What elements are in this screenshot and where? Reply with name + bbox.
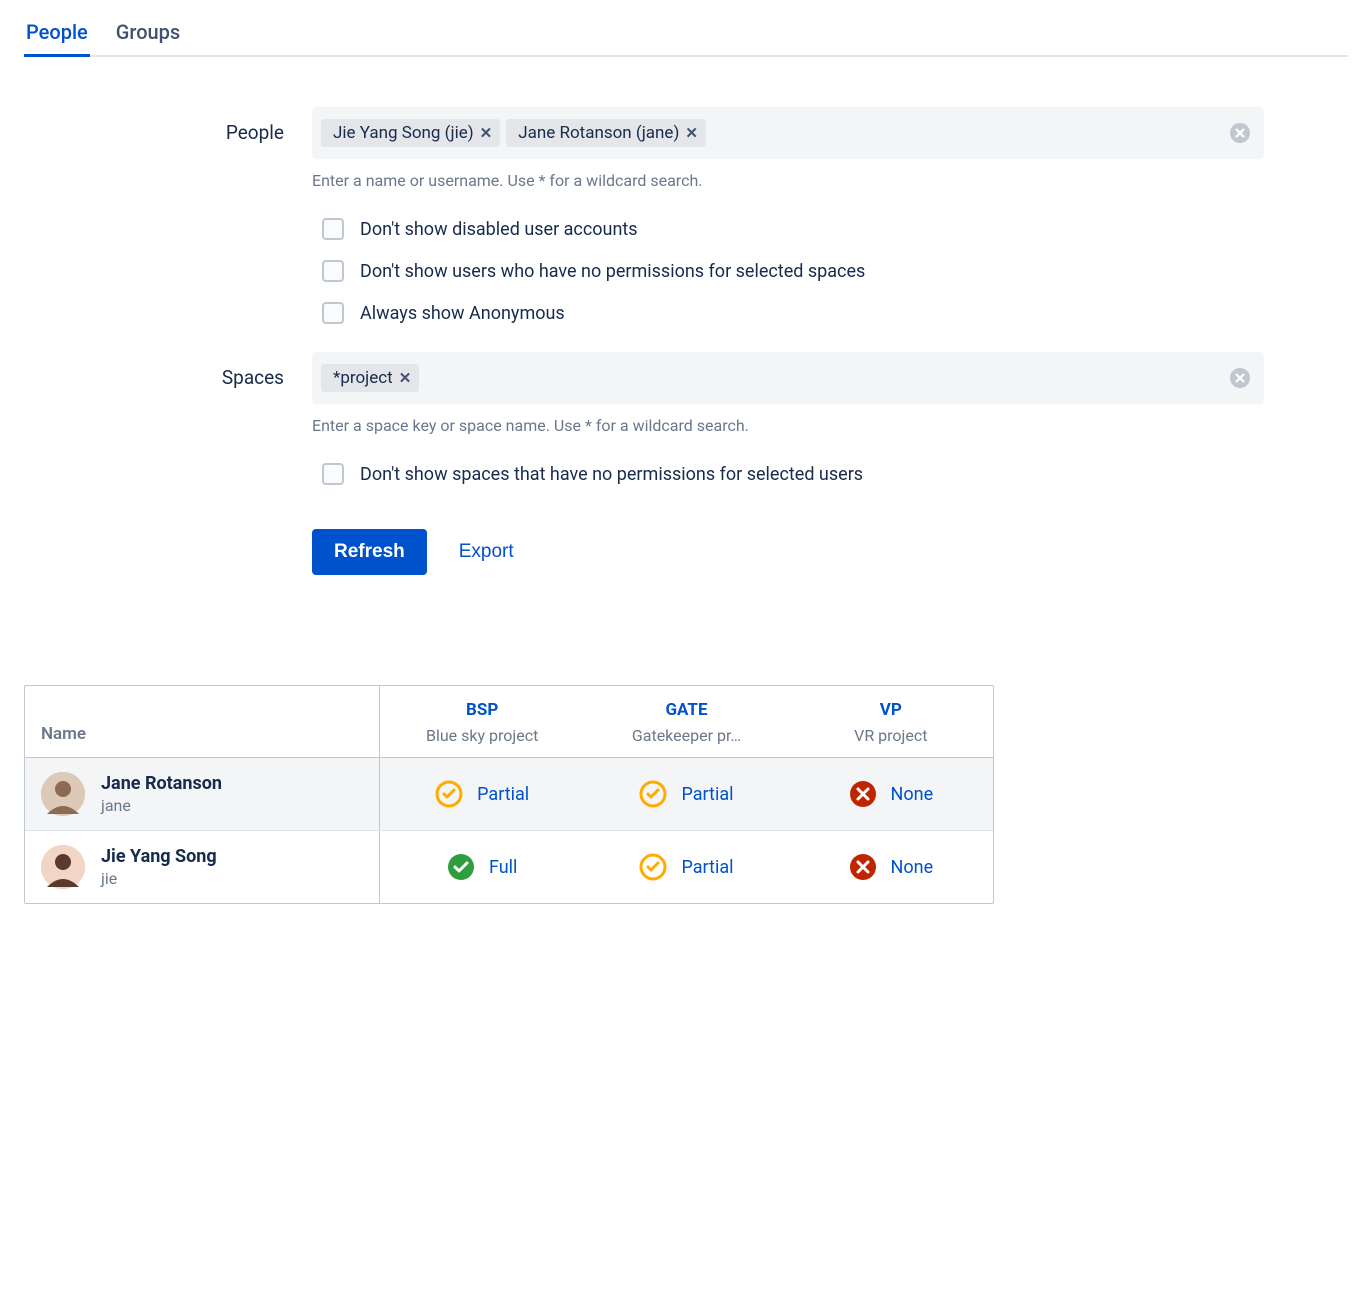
people-label: People (184, 107, 284, 334)
table-row: Jie Yang Song jie Full Partial None (25, 831, 993, 903)
space-key-link[interactable]: GATE (594, 700, 778, 720)
name-column-header: Name (25, 686, 380, 757)
permissions-table: Name BSP Blue sky project GATE Gatekeepe… (24, 685, 994, 904)
checkbox-icon[interactable] (322, 463, 344, 485)
checkbox-label: Always show Anonymous (360, 303, 565, 324)
people-input[interactable]: Jie Yang Song (jie) ✕ Jane Rotanson (jan… (312, 107, 1264, 159)
table-header: Name BSP Blue sky project GATE Gatekeepe… (25, 686, 993, 758)
space-name: Blue sky project (390, 726, 574, 745)
permission-full-icon (447, 853, 475, 881)
space-name: Gatekeeper pr… (594, 726, 778, 745)
permission-none-icon (849, 780, 877, 808)
permission-partial-icon (639, 853, 667, 881)
export-button[interactable]: Export (459, 541, 514, 563)
user-display-name: Jie Yang Song (101, 846, 217, 867)
permission-link[interactable]: None (891, 784, 934, 805)
people-helper: Enter a name or username. Use * for a wi… (312, 171, 1264, 190)
checkbox-icon[interactable] (322, 260, 344, 282)
permission-link[interactable]: Partial (681, 857, 733, 878)
checkbox-icon[interactable] (322, 302, 344, 324)
clear-spaces-icon[interactable] (1229, 367, 1251, 389)
permission-link[interactable]: Partial (681, 784, 733, 805)
avatar (41, 772, 85, 816)
permission-partial-icon (435, 780, 463, 808)
space-key-link[interactable]: VP (799, 700, 983, 720)
check-hide-no-perm-users[interactable]: Don't show users who have no permissions… (312, 250, 1264, 292)
chip-label: *project (333, 368, 393, 388)
user-username: jane (101, 796, 222, 815)
check-hide-no-perm-spaces[interactable]: Don't show spaces that have no permissio… (312, 453, 1264, 495)
spaces-label: Spaces (184, 352, 284, 575)
space-column-header: GATE Gatekeeper pr… (584, 686, 788, 757)
space-column-header: BSP Blue sky project (380, 686, 584, 757)
people-chip[interactable]: Jie Yang Song (jie) ✕ (321, 119, 500, 147)
checkbox-label: Don't show disabled user accounts (360, 219, 638, 240)
table-row: Jane Rotanson jane Partial Partial None (25, 758, 993, 831)
people-chip[interactable]: Jane Rotanson (jane) ✕ (506, 119, 706, 147)
checkbox-label: Don't show spaces that have no permissio… (360, 464, 863, 485)
chip-label: Jie Yang Song (jie) (333, 123, 474, 143)
check-hide-disabled[interactable]: Don't show disabled user accounts (312, 208, 1264, 250)
permission-link[interactable]: None (891, 857, 934, 878)
spaces-chip[interactable]: *project ✕ (321, 364, 419, 392)
clear-people-icon[interactable] (1229, 122, 1251, 144)
checkbox-label: Don't show users who have no permissions… (360, 261, 865, 282)
spaces-input[interactable]: *project ✕ (312, 352, 1264, 404)
check-show-anonymous[interactable]: Always show Anonymous (312, 292, 1264, 334)
permission-link[interactable]: Partial (477, 784, 529, 805)
space-key-link[interactable]: BSP (390, 700, 574, 720)
user-display-name: Jane Rotanson (101, 773, 222, 794)
tab-people[interactable]: People (24, 20, 90, 57)
permission-partial-icon (639, 780, 667, 808)
remove-chip-icon[interactable]: ✕ (480, 124, 493, 142)
avatar (41, 845, 85, 889)
permission-none-icon (849, 853, 877, 881)
tab-groups[interactable]: Groups (114, 20, 182, 57)
remove-chip-icon[interactable]: ✕ (685, 124, 698, 142)
filter-form: People Jie Yang Song (jie) ✕ Jane Rotans… (184, 107, 1264, 575)
remove-chip-icon[interactable]: ✕ (399, 369, 412, 387)
space-column-header: VP VR project (789, 686, 993, 757)
refresh-button[interactable]: Refresh (312, 529, 427, 575)
chip-label: Jane Rotanson (jane) (518, 123, 679, 143)
checkbox-icon[interactable] (322, 218, 344, 240)
user-username: jie (101, 869, 217, 888)
space-name: VR project (799, 726, 983, 745)
tab-bar: People Groups (24, 20, 1348, 57)
spaces-helper: Enter a space key or space name. Use * f… (312, 416, 1264, 435)
permission-link[interactable]: Full (489, 857, 517, 878)
